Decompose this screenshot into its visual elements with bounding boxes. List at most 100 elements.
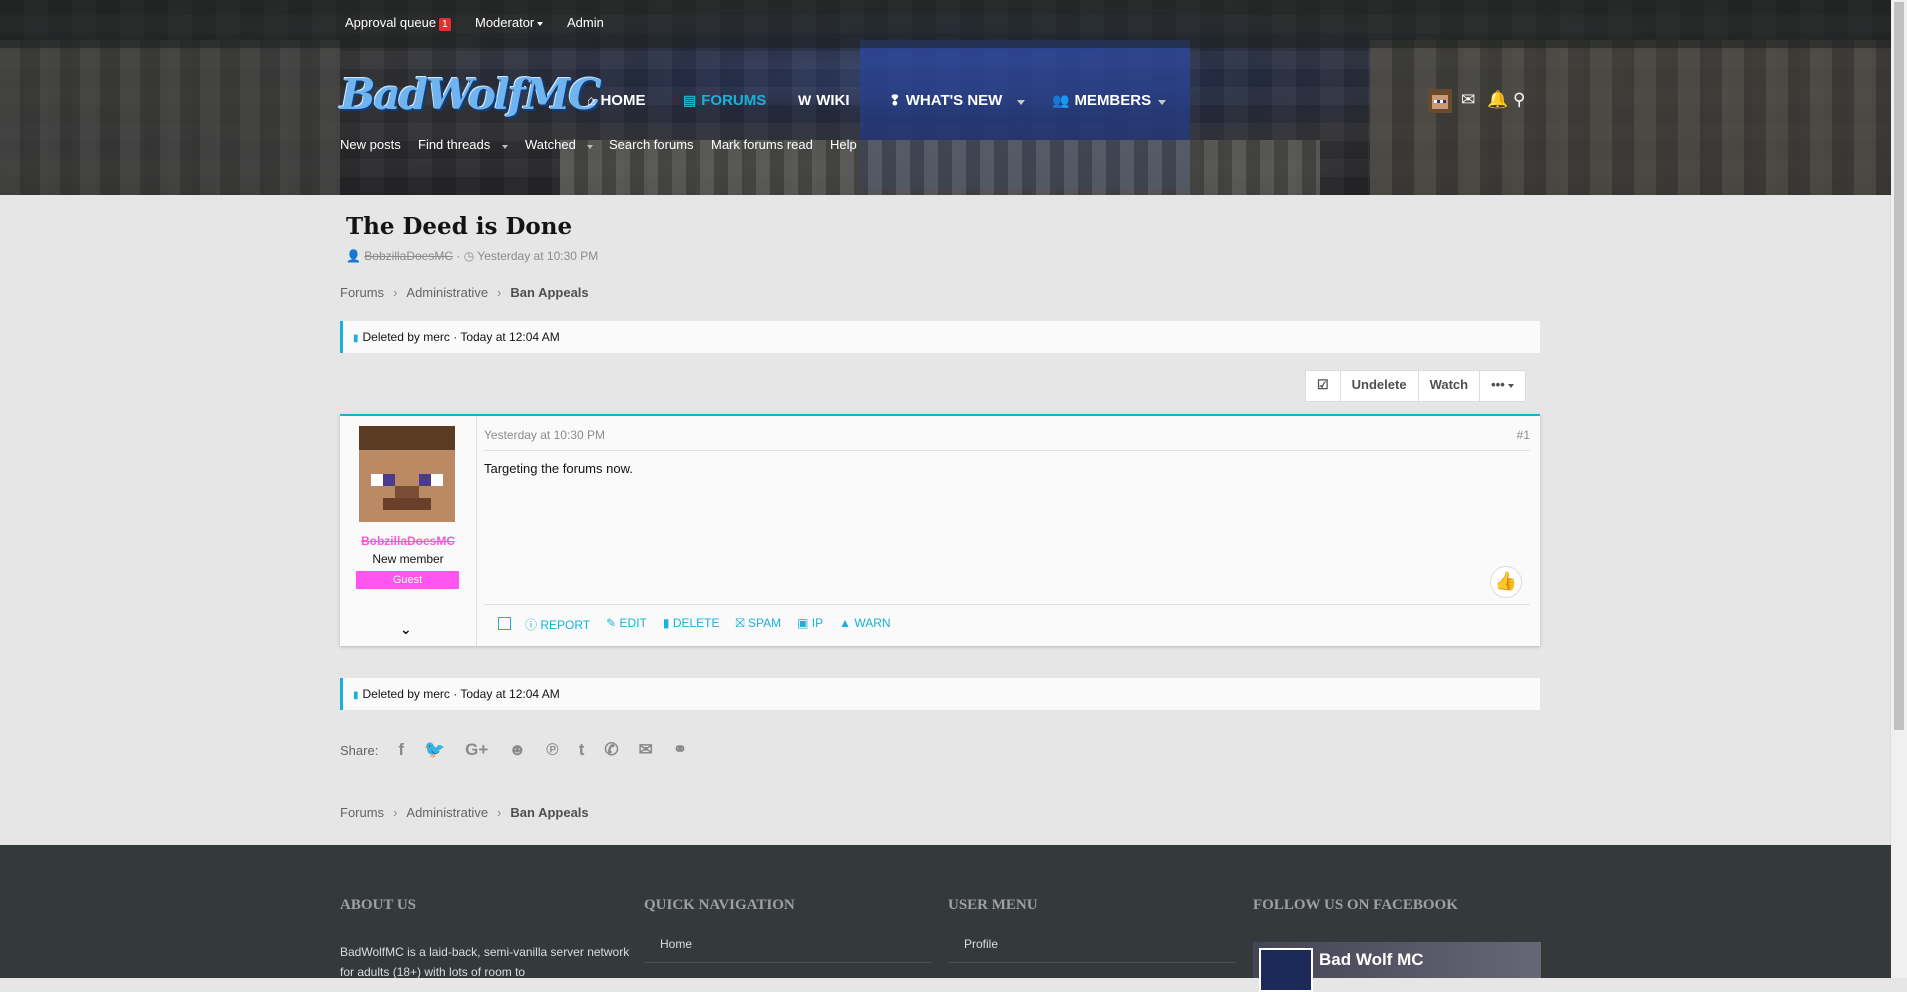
header-bg-left xyxy=(0,40,340,195)
account-avatar[interactable] xyxy=(1428,89,1452,113)
clock-icon: ◷ xyxy=(463,249,475,263)
breadcrumb: Forums › Administrative › Ban Appeals xyxy=(340,805,589,820)
scrollbar-thumb[interactable] xyxy=(1894,2,1904,730)
footer-quicknav-heading: QUICK NAVIGATION xyxy=(644,897,795,913)
delete-button[interactable]: ▮ DELETE xyxy=(663,616,720,633)
google-plus-icon[interactable]: G+ xyxy=(465,740,488,760)
watch-button[interactable]: Watch xyxy=(1419,371,1481,401)
breadcrumb-item[interactable]: Ban Appeals xyxy=(510,285,588,300)
footer-link-profile[interactable]: Profile xyxy=(964,937,998,951)
link-icon[interactable]: ⚭ xyxy=(673,740,687,760)
pinterest-icon[interactable]: ℗ xyxy=(546,740,559,760)
email-icon[interactable]: ✉ xyxy=(639,740,653,760)
trash-icon: ▮ xyxy=(353,690,359,701)
site-logo[interactable]: BadWolfMC xyxy=(340,70,602,119)
divider xyxy=(484,604,1530,605)
tumblr-icon[interactable]: t xyxy=(579,740,585,760)
breadcrumb-separator: › xyxy=(497,285,502,300)
subnav-new-posts[interactable]: New posts xyxy=(340,137,401,152)
edit-button[interactable]: ✎ EDIT xyxy=(606,616,647,633)
footer-facebook-heading: FOLLOW US ON FACEBOOK xyxy=(1253,897,1458,913)
trash-icon: ▮ xyxy=(662,616,673,630)
checkbox-icon: ☑ xyxy=(1317,377,1329,392)
breadcrumb-item[interactable]: Forums xyxy=(340,805,384,820)
facebook-page-logo xyxy=(1259,948,1313,992)
header-bg-right xyxy=(1370,40,1891,195)
staff-bar xyxy=(0,0,1891,48)
breadcrumb-item[interactable]: Administrative xyxy=(406,805,488,820)
approval-queue-link[interactable]: Approval queue 1 xyxy=(345,15,451,31)
nav-whats-new[interactable]: ❢ WHAT'S NEW xyxy=(889,92,1002,109)
site-header: Approval queue 1 Moderator Admin BadWolfM… xyxy=(0,0,1891,195)
subnav-mark-read[interactable]: Mark forums read xyxy=(711,137,813,152)
facebook-widget[interactable]: Bad Wolf MC xyxy=(1253,942,1541,992)
spam-button[interactable]: ⛝ SPAM xyxy=(736,616,782,633)
breadcrumb-item[interactable]: Forums xyxy=(340,285,384,300)
user-title: New member xyxy=(372,552,444,566)
avatar[interactable] xyxy=(359,426,455,522)
footer-link-home[interactable]: Home xyxy=(660,937,692,951)
search-icon[interactable]: ⚲ xyxy=(1513,90,1525,110)
pencil-icon: ✎ xyxy=(606,616,620,630)
post: BobzillaDoesMC New member Guest ⌄ Yester… xyxy=(340,414,1540,646)
nav-home[interactable]: ⌂ HOME xyxy=(587,92,645,109)
trash-icon: ▮ xyxy=(353,333,359,344)
twitter-icon[interactable]: 🐦 xyxy=(424,740,445,760)
subnav-watched[interactable]: Watched xyxy=(525,137,576,152)
post-username[interactable]: BobzillaDoesMC xyxy=(340,534,476,548)
users-icon: 👥 xyxy=(1052,92,1070,108)
deleted-notice: ▮ Deleted by merc · Today at 12:04 AM xyxy=(340,321,1540,353)
divider xyxy=(484,450,1530,451)
admin-link[interactable]: Admin xyxy=(567,15,604,30)
post-body: Targeting the forums now. xyxy=(484,461,633,476)
mail-icon[interactable]: ✉ xyxy=(1461,90,1475,110)
post-date[interactable]: Yesterday at 10:30 PM xyxy=(484,428,605,442)
warn-button[interactable]: ▲ WARN xyxy=(839,616,890,633)
facebook-page-name[interactable]: Bad Wolf MC xyxy=(1319,950,1424,970)
thread-date[interactable]: Yesterday at 10:30 PM xyxy=(477,249,598,263)
share-label: Share: xyxy=(340,742,379,758)
report-button[interactable]: ⓘ REPORT xyxy=(525,616,590,633)
undelete-button[interactable]: Undelete xyxy=(1341,371,1419,401)
watched-dropdown-icon[interactable] xyxy=(587,145,593,149)
whats-new-dropdown-icon[interactable] xyxy=(1017,100,1025,105)
facebook-icon[interactable]: f xyxy=(398,740,404,760)
nav-forums[interactable]: ▤ FORUMS xyxy=(683,92,766,109)
chevron-down-icon[interactable]: ⌄ xyxy=(400,622,412,638)
members-dropdown-icon[interactable] xyxy=(1158,100,1166,105)
breadcrumb-item[interactable]: Ban Appeals xyxy=(510,805,588,820)
bell-icon[interactable]: 🔔 xyxy=(1487,90,1508,110)
reddit-icon[interactable]: ☻ xyxy=(508,740,526,760)
breadcrumb-separator: › xyxy=(497,805,502,820)
nav-wiki[interactable]: W WIKI xyxy=(798,92,850,109)
select-post-checkbox[interactable] xyxy=(498,617,511,630)
forum-icon: ▤ xyxy=(683,92,697,108)
subnav-help[interactable]: Help xyxy=(830,137,857,152)
footer-about-heading: ABOUT US xyxy=(340,897,416,913)
whatsapp-icon[interactable]: ✆ xyxy=(604,740,618,760)
post-user-cell: BobzillaDoesMC New member Guest ⌄ xyxy=(340,416,477,646)
approval-count-badge: 1 xyxy=(439,18,451,31)
moderator-menu[interactable]: Moderator xyxy=(475,15,544,30)
thread-actions: ☑ Undelete Watch ••• xyxy=(1305,370,1527,402)
ip-button[interactable]: ▣ IP xyxy=(797,616,823,633)
ip-icon: ▣ xyxy=(797,616,812,630)
page-title: The Deed is Done xyxy=(346,213,573,240)
nav-members[interactable]: 👥 MEMBERS xyxy=(1052,92,1151,109)
post-number[interactable]: #1 xyxy=(1517,428,1530,442)
subnav-search-forums[interactable]: Search forums xyxy=(609,137,694,152)
thread-author[interactable]: BobzillaDoesMC xyxy=(364,249,453,263)
divider xyxy=(948,962,1236,963)
thumbs-up-icon[interactable]: 👍 xyxy=(1490,566,1522,598)
chevron-down-icon xyxy=(1508,383,1515,388)
breadcrumb-separator: › xyxy=(393,805,398,820)
thread-meta: 👤 BobzillaDoesMC · ◷ Yesterday at 10:30 … xyxy=(346,249,599,263)
user-banner: Guest xyxy=(356,571,459,589)
subnav-find-threads[interactable]: Find threads xyxy=(418,137,490,152)
select-thread-button[interactable]: ☑ xyxy=(1306,371,1341,401)
more-options-button[interactable]: ••• xyxy=(1480,371,1525,401)
find-threads-dropdown-icon[interactable] xyxy=(502,145,508,149)
breadcrumb-item[interactable]: Administrative xyxy=(406,285,488,300)
page-scrollbar[interactable] xyxy=(1890,0,1907,978)
post-actions: ⓘ REPORT ✎ EDIT ▮ DELETE ⛝ SPAM ▣ IP ▲ W… xyxy=(484,616,907,633)
